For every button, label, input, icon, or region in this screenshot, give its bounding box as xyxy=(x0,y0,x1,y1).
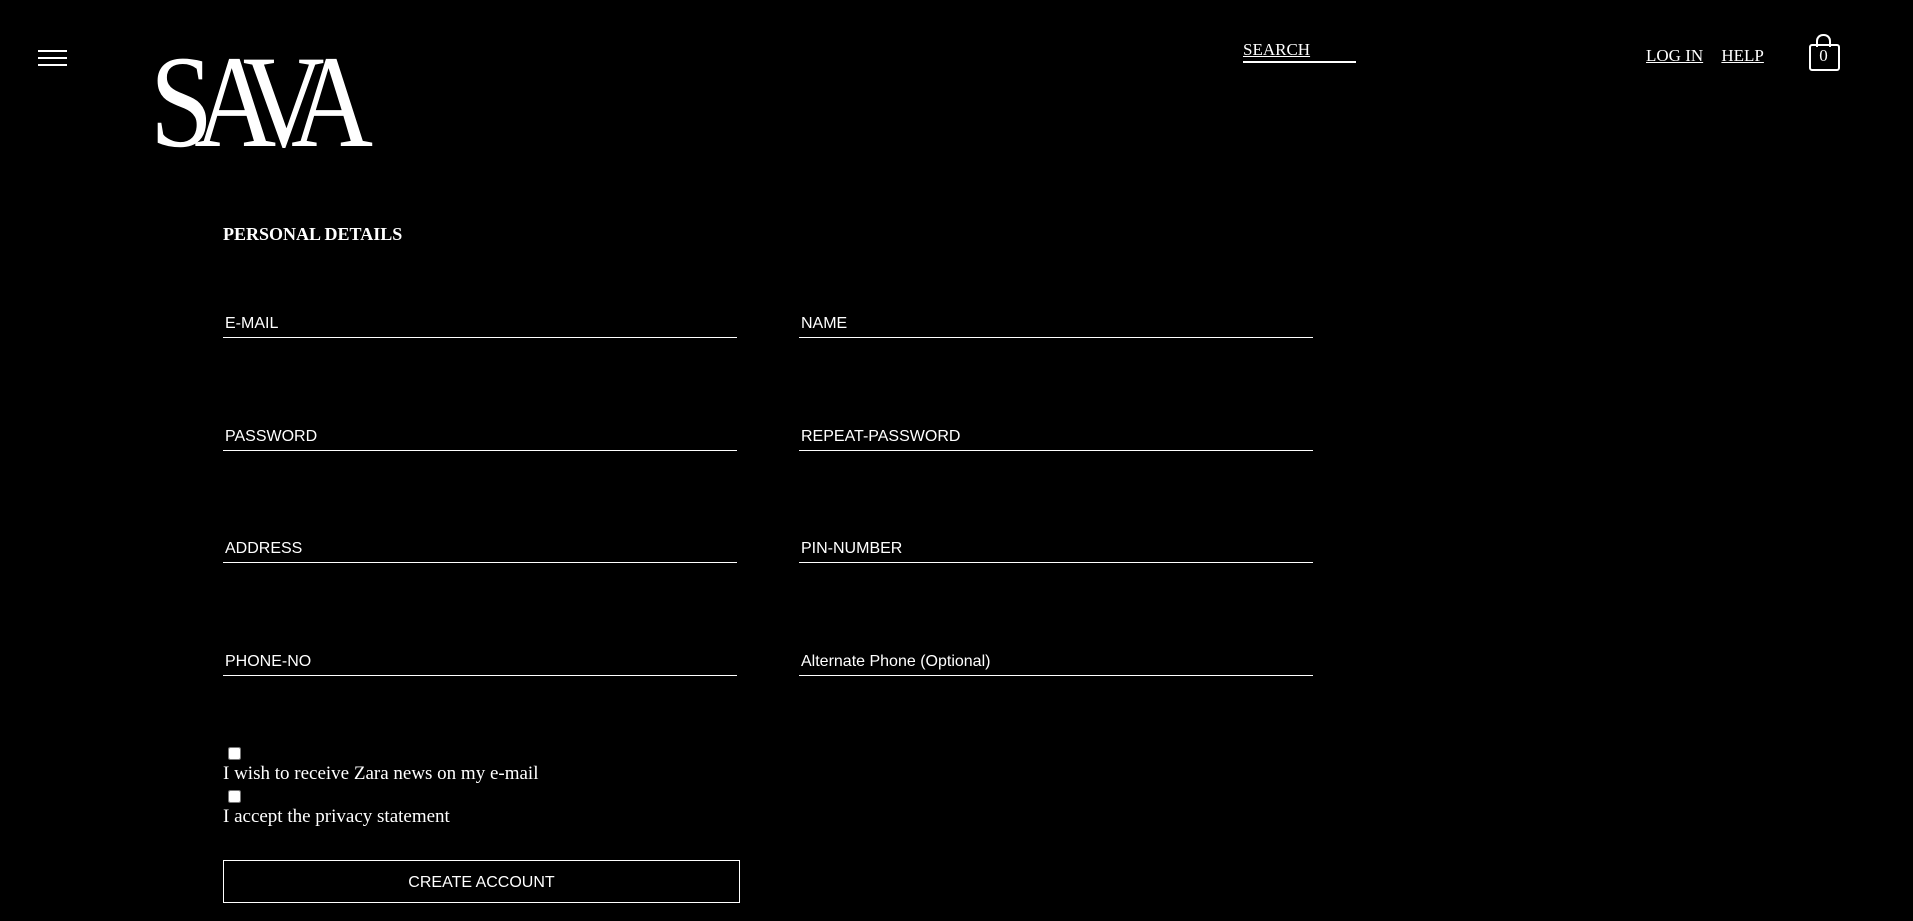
address-field-wrapper xyxy=(223,535,737,563)
newsletter-option: I wish to receive Zara news on my e-mail xyxy=(223,747,539,785)
email-field[interactable] xyxy=(223,310,737,337)
phone-field[interactable] xyxy=(223,648,737,675)
search-link[interactable]: SEARCH xyxy=(1243,40,1356,63)
repeat-password-field[interactable] xyxy=(799,423,1313,450)
name-field[interactable] xyxy=(799,310,1313,337)
privacy-checkbox[interactable] xyxy=(228,790,241,803)
menu-icon-line xyxy=(38,50,67,52)
password-field-wrapper xyxy=(223,423,737,451)
header-nav: LOG IN HELP xyxy=(1646,46,1778,66)
email-field-wrapper xyxy=(223,310,737,338)
menu-icon[interactable] xyxy=(38,47,68,67)
newsletter-label: I wish to receive Zara news on my e-mail xyxy=(223,763,539,784)
alt-phone-field-wrapper xyxy=(799,648,1313,676)
create-account-button[interactable]: CREATE ACCOUNT xyxy=(223,860,740,903)
pin-field-wrapper xyxy=(799,535,1313,563)
name-field-wrapper xyxy=(799,310,1313,338)
pin-number-field[interactable] xyxy=(799,535,1313,562)
brand-logo[interactable]: SAVA xyxy=(150,36,373,168)
cart-button[interactable]: 0 xyxy=(1808,34,1840,71)
repeat-password-field-wrapper xyxy=(799,423,1313,451)
newsletter-checkbox[interactable] xyxy=(228,747,241,760)
alternate-phone-field[interactable] xyxy=(799,648,1313,675)
phone-field-wrapper xyxy=(223,648,737,676)
password-field[interactable] xyxy=(223,423,737,450)
address-field[interactable] xyxy=(223,535,737,562)
menu-icon-line xyxy=(38,57,67,59)
menu-icon-line xyxy=(38,64,67,66)
cart-count: 0 xyxy=(1819,46,1828,65)
login-link[interactable]: LOG IN xyxy=(1646,46,1703,65)
privacy-label: I accept the privacy statement xyxy=(223,806,450,827)
section-title: PERSONAL DETAILS xyxy=(223,224,403,244)
privacy-option: I accept the privacy statement xyxy=(223,790,450,828)
help-link[interactable]: HELP xyxy=(1721,46,1764,65)
